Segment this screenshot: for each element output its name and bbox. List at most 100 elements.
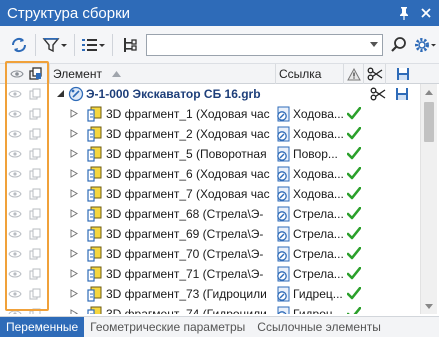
fragment-name: 3D фрагмент_2 (Ходовая час [106,127,270,141]
expand-arrow-icon[interactable] [70,229,78,238]
settings-button[interactable] [412,32,439,58]
check-icon [347,207,361,220]
visibility-icon[interactable] [8,247,22,261]
header-scissors-cell[interactable] [364,64,386,84]
layer-toggle-icon[interactable] [28,87,42,101]
header-visibility-cell[interactable] [0,64,50,84]
check-icon [347,307,361,314]
visibility-icon[interactable] [8,167,22,181]
list-view-button[interactable] [79,32,108,58]
scissors-icon[interactable] [370,87,386,101]
search-box [146,33,384,56]
toolbar [0,26,439,64]
header-element-label: Элемент [53,67,102,81]
table-row[interactable]: 3D фрагмент_5 (Поворотная Повор... [0,144,420,164]
check-icon [347,127,361,140]
link-file-icon [277,106,290,122]
expand-arrow-icon[interactable] [70,309,78,314]
table-row[interactable]: 3D фрагмент_2 (Ходовая час Ходова... [0,124,420,144]
expand-arrow-icon[interactable] [70,289,78,298]
fragment-link: Ходова... [293,167,343,181]
fragment-link: Повор... [293,147,338,161]
assembly-icon [68,86,84,102]
visibility-icon[interactable] [8,187,22,201]
scroll-down-icon[interactable] [421,298,437,314]
expand-arrow-icon[interactable] [70,109,78,118]
refresh-button[interactable] [6,32,31,58]
filter-button[interactable] [40,32,69,58]
header-save-cell[interactable] [386,64,420,84]
visibility-icon[interactable] [8,227,22,241]
layer-toggle-icon[interactable] [28,187,42,201]
layer-toggle-icon[interactable] [28,167,42,181]
visibility-icon[interactable] [8,87,22,101]
expand-arrow-icon[interactable] [70,149,78,158]
visibility-icon[interactable] [8,287,22,301]
save-icon[interactable] [395,87,409,101]
header-link[interactable]: Ссылка [276,64,344,84]
fragment-name: 3D фрагмент_6 (Ходовая час [106,167,270,181]
layer-toggle-icon[interactable] [28,307,42,314]
toolbar-separator [112,33,114,56]
vertical-scrollbar[interactable] [420,84,437,314]
pin-icon[interactable] [395,4,413,22]
tab-variables[interactable]: Переменные [0,317,85,337]
sort-ascending-icon [111,71,121,77]
layer-toggle-icon[interactable] [28,207,42,221]
layer-toggle-icon[interactable] [28,227,42,241]
table-row[interactable]: 3D фрагмент_7 (Ходовая час Ходова... [0,184,420,204]
table-row[interactable]: 3D фрагмент_71 (Стрела\Э- Стрела... [0,264,420,284]
expand-arrow-icon[interactable] [70,169,78,178]
close-icon[interactable] [417,4,435,22]
visibility-icon[interactable] [8,267,22,281]
visibility-icon[interactable] [8,107,22,121]
assembly-tree-grid: Элемент Ссылка Э-1-000 Экскаватор СБ 16.… [0,64,439,314]
tab-geometric-parameters[interactable]: Геометрические параметры [84,317,251,337]
refresh-icon [11,37,26,52]
layer-toggle-icon[interactable] [28,107,42,121]
table-row[interactable]: 3D фрагмент_6 (Ходовая час Ходова... [0,164,420,184]
header-element[interactable]: Элемент [50,64,276,84]
layer-toggle-icon[interactable] [28,247,42,261]
table-row[interactable]: 3D фрагмент_70 (Стрела\Э- Стрела... [0,244,420,264]
table-row[interactable]: 3D фрагмент_73 (Гидроцили Гидрец... [0,284,420,304]
panel-titlebar: Структура сборки [0,0,439,26]
checklist-icon [82,38,106,51]
tab-reference-elements[interactable]: Ссылочные элементы [251,317,387,337]
fragment-name: 3D фрагмент_73 (Гидроцили [106,287,267,301]
search-dropdown-icon[interactable] [366,42,382,47]
fragment-3d-icon [87,186,102,202]
visibility-icon[interactable] [8,127,22,141]
check-icon [347,167,361,180]
expand-arrow-icon[interactable] [70,129,78,138]
collapse-arrow-icon[interactable] [56,89,65,98]
header-warning-cell[interactable] [344,64,364,84]
tree-view-button[interactable] [117,32,142,58]
layer-toggle-icon[interactable] [28,287,42,301]
fragment-link: Стрела... [293,267,343,281]
expand-arrow-icon[interactable] [70,209,78,218]
expand-arrow-icon[interactable] [70,189,78,198]
table-row[interactable]: 3D фрагмент_69 (Стрела\Э- Стрела... [0,224,420,244]
visibility-icon[interactable] [8,307,22,314]
scroll-up-icon[interactable] [421,84,437,100]
search-input[interactable] [147,34,367,55]
fragment-link: Ходова... [293,127,343,141]
expand-arrow-icon[interactable] [70,269,78,278]
check-icon [347,267,361,280]
search-button[interactable] [386,32,411,58]
table-row[interactable]: 3D фрагмент_74 (Гидроцили Гидроц... [0,304,420,314]
scrollbar-thumb[interactable] [424,102,434,142]
fragment-3d-icon [87,106,102,122]
gear-icon [415,37,437,52]
table-row[interactable]: 3D фрагмент_68 (Стрела\Э- Стрела... [0,204,420,224]
visibility-icon[interactable] [8,147,22,161]
table-row[interactable]: 3D фрагмент_1 (Ходовая час Ходова... [0,104,420,124]
fragment-name: 3D фрагмент_7 (Ходовая час [106,187,270,201]
layer-toggle-icon[interactable] [28,127,42,141]
layer-toggle-icon[interactable] [28,267,42,281]
tree-root-row[interactable]: Э-1-000 Экскаватор СБ 16.grb [0,84,420,104]
expand-arrow-icon[interactable] [70,249,78,258]
visibility-icon[interactable] [8,207,22,221]
layer-toggle-icon[interactable] [28,147,42,161]
